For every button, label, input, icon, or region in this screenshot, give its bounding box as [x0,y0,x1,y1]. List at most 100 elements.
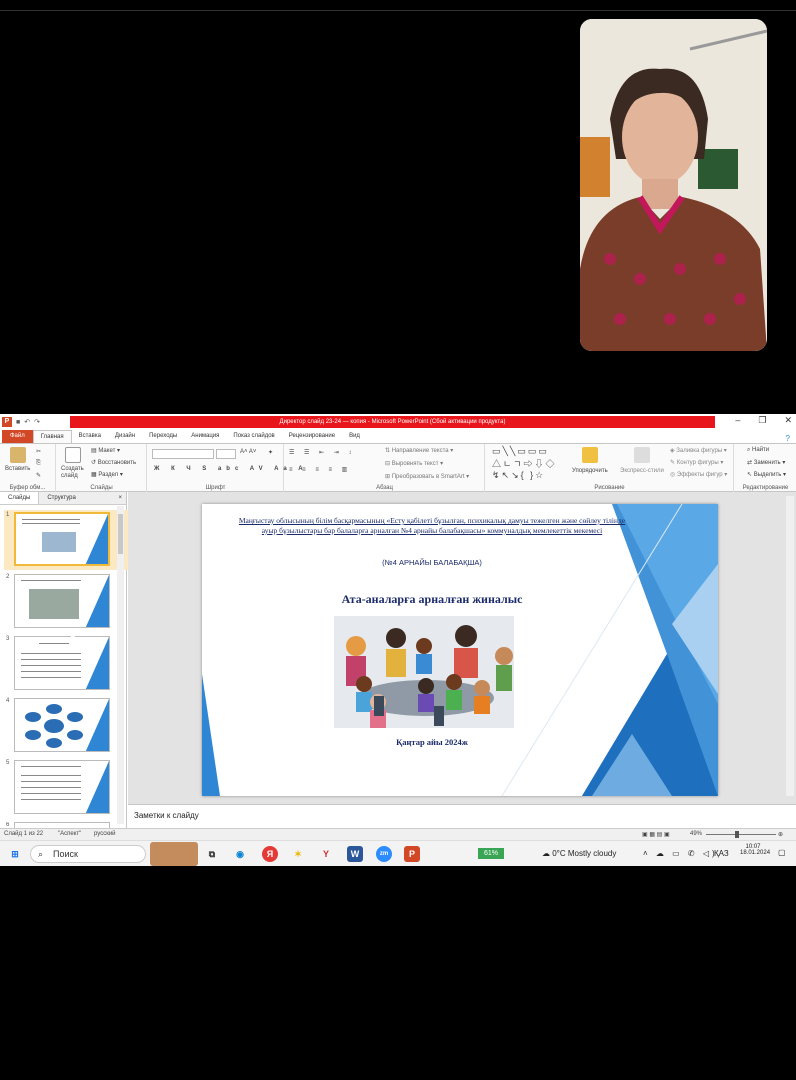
font-size-select[interactable] [216,449,236,459]
view-buttons[interactable]: ▣ ▦ ▤ ▣ [642,831,670,838]
grow-font-icon[interactable]: A˄ A˅ [240,449,256,455]
group-editing: ⌕ Найти ⇄ Заменить ▾ ↖ Выделить ▾ Редакт… [735,444,796,492]
cut-icon[interactable]: ✂ [36,448,41,455]
notifications-icon[interactable]: ▢ [778,848,786,857]
video-participant-tile[interactable] [580,19,767,351]
replace-button[interactable]: ⇄ Заменить ▾ [747,459,785,466]
thumb-line [21,659,81,660]
system-tray-icons[interactable]: ˄ ☁ ▭ ✆ ◁) [643,849,718,858]
tab-slideshow[interactable]: Показ слайдов [226,430,281,443]
taskbar-search[interactable]: ⌕ Поиск [30,845,146,863]
yandex-browser-icon[interactable]: Я [262,846,278,862]
current-slide[interactable]: Маңғыстау облысының білім басқармасының … [202,504,718,796]
maximize-button[interactable]: ❐ [758,415,766,426]
taskbar-search-label: Поиск [53,849,78,859]
theme-name: "Аспект" [58,831,82,837]
zoom-slider-knob[interactable] [735,831,739,838]
input-language[interactable]: ҚАЗ [714,849,729,858]
windows-start-icon[interactable]: ⊞ [7,846,23,862]
thumb-line [21,775,81,776]
minimize-button[interactable]: – [735,415,740,426]
fit-slide-icon[interactable]: ⊕ [778,831,783,838]
zoom-slider[interactable] [706,834,776,835]
shape-fill-button[interactable]: ◈ Заливка фигуры ▾ [670,447,727,454]
language[interactable]: русский [94,831,116,837]
tab-file[interactable]: Файл [2,430,33,443]
slide-thumbnail[interactable]: 5 [4,760,122,818]
shape-effects-button[interactable]: ◎ Эффекты фигур ▾ [670,471,727,478]
select-button[interactable]: ↖ Выделить ▾ [747,471,786,478]
thumb-image [42,532,76,552]
tab-home[interactable]: Главная [32,430,72,443]
undo-icon[interactable]: ↶ [24,418,30,426]
tab-transitions[interactable]: Переходы [142,430,184,443]
scrollbar-thumb[interactable] [118,514,123,554]
smartart-button[interactable]: ⊞ Преобразовать в SmartArt ▾ [385,473,469,480]
shape-outline-button[interactable]: ✎ Контур фигуры ▾ [670,459,723,466]
close-pane-icon[interactable]: × [118,492,126,504]
align-buttons[interactable]: ≡ ≡ ≡ ≡ ▥ [289,466,351,473]
tab-design[interactable]: Дизайн [108,430,142,443]
pane-scrollbar[interactable] [117,506,124,824]
align-text-button[interactable]: ⊟ Выровнять текст ▾ [385,460,443,467]
help-icon[interactable]: ? [786,434,796,443]
zoom-level[interactable]: 49% [690,831,702,837]
battery-indicator[interactable]: 61% [478,848,504,859]
tab-animation[interactable]: Анимация [184,430,226,443]
slide-thumbnail[interactable]: 3 [4,636,122,694]
find-button[interactable]: ⌕ Найти [747,447,769,454]
tab-view[interactable]: Вид [342,430,367,443]
text-direction-button[interactable]: ⇅ Направление текста ▾ [385,447,453,454]
word-icon[interactable]: W [347,846,363,862]
thumbnail-preview [14,698,110,752]
tab-review[interactable]: Рецензирование [282,430,342,443]
canvas-scrollbar[interactable] [786,496,794,796]
section-button[interactable]: ▦ Раздел ▾ [91,471,123,478]
replace-label: Заменить [753,460,781,466]
close-button[interactable]: ✕ [784,415,792,426]
shape-outline-label: Контур фигуры [676,460,719,466]
tab-insert[interactable]: Вставка [72,430,108,443]
thumb-line [21,793,81,794]
list-buttons[interactable]: ☰ ☰ ⇤ ⇥ ↕ [289,449,355,456]
new-slide-icon[interactable] [65,447,81,463]
powerpoint-taskbar-icon[interactable]: P [404,846,420,862]
copy-icon[interactable]: ⎘ [36,460,41,467]
participant-video [580,19,767,351]
group-font: A˄ A˅ ✦ Ж К Ч S abc AV Aa A Шрифт [148,444,303,492]
quick-styles-button[interactable]: Экспресс-стили [620,468,664,474]
redo-icon[interactable]: ↷ [34,418,40,426]
zoom-icon[interactable]: zm [376,846,392,862]
edge-icon[interactable]: ◉ [232,846,248,862]
clear-format-icon[interactable]: ✦ [268,449,273,456]
slide-thumbnail[interactable]: 1 [4,510,131,570]
clock[interactable]: 10:07 18.01.2024 [740,844,770,856]
save-icon[interactable]: ■ [16,419,20,426]
slide-thumbnail[interactable]: 4 [4,698,122,756]
new-slide-button[interactable]: Создать слайд [61,466,89,480]
group-slides: Создать слайд ▤ Макет ▾ ↺ Восстановить ▦… [57,444,147,492]
reset-button[interactable]: ↺ Восстановить [91,459,136,466]
paste-button[interactable]: Вставить [5,466,30,472]
notes-field[interactable]: Заметки к слайду [128,804,796,828]
arrange-icon[interactable] [582,447,598,463]
arrange-button[interactable]: Упорядочить [572,468,608,474]
quick-styles-icon[interactable] [634,447,650,463]
search-highlight-image[interactable] [150,842,198,866]
app-icon[interactable]: ✶ [290,846,306,862]
ribbon-tabs: Файл Главная Вставка Дизайн Переходы Ани… [0,430,796,444]
paste-icon[interactable] [10,447,26,463]
format-painter-icon[interactable]: ✎ [36,472,41,479]
weather-widget[interactable]: ☁ 0°C Mostly cloudy [542,849,616,858]
tab-slides[interactable]: Слайды [0,492,40,504]
shapes-gallery[interactable]: ▭╲╲▭▭▭ △ㄴㄱ⇨⇩◇ ↯↖↘{ }☆ [492,446,557,481]
shared-screen: P ■ ↶ ↷ Директор слайд 23-24 — копия - M… [0,414,796,866]
yandex-icon[interactable]: Y [318,846,334,862]
powerpoint-icon[interactable]: P [2,417,12,427]
slide-header-text: Маңғыстау облысының білім басқармасының … [238,516,626,535]
layout-button[interactable]: ▤ Макет ▾ [91,447,120,454]
task-view-icon[interactable]: ⧉ [204,846,220,862]
slide-thumbnail[interactable]: 2 [4,574,122,632]
font-family-select[interactable] [152,449,214,459]
tab-outline[interactable]: Структура [39,492,83,504]
